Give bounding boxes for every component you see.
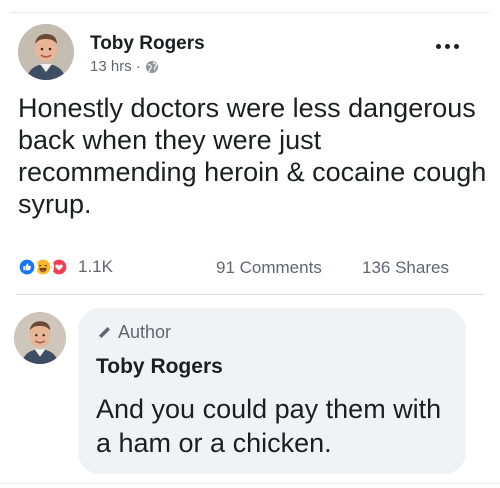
author-badge-label: Author bbox=[118, 322, 172, 342]
author-avatar[interactable] bbox=[18, 24, 74, 80]
more-dot bbox=[444, 43, 450, 49]
like-icon bbox=[16, 256, 38, 278]
post-author-name[interactable]: Toby Rogers bbox=[90, 33, 205, 55]
reactions-summary[interactable]: 1.1K bbox=[16, 256, 113, 278]
more-dot bbox=[453, 43, 459, 49]
reaction-count: 1.1K bbox=[78, 257, 113, 276]
post-text: Honestly doctors were less dangerous bac… bbox=[18, 93, 487, 219]
comment-text: And you could pay them with a ham or a c… bbox=[96, 394, 442, 458]
bottom-divider bbox=[0, 483, 500, 484]
avatar-photo bbox=[14, 312, 66, 364]
comments-count[interactable]: 91 Comments bbox=[216, 258, 322, 278]
top-divider bbox=[10, 12, 490, 13]
author-badge: Author bbox=[96, 322, 171, 343]
post-timestamp[interactable]: 13 hrs bbox=[90, 58, 132, 75]
pencil-icon bbox=[98, 326, 110, 339]
avatar-photo bbox=[18, 24, 74, 80]
more-options-icon[interactable] bbox=[430, 38, 464, 54]
shares-count[interactable]: 136 Shares bbox=[362, 258, 449, 278]
post-meta: 13 hrs · bbox=[90, 58, 159, 75]
meta-separator: · bbox=[135, 58, 141, 75]
facebook-post-card: Toby Rogers 13 hrs · Honestly doctors we… bbox=[0, 0, 500, 488]
comment-author-name[interactable]: Toby Rogers bbox=[96, 355, 223, 379]
commenter-avatar[interactable] bbox=[14, 312, 66, 364]
more-dot bbox=[435, 43, 441, 49]
globe-icon bbox=[145, 60, 158, 73]
reactions-divider bbox=[16, 294, 484, 295]
